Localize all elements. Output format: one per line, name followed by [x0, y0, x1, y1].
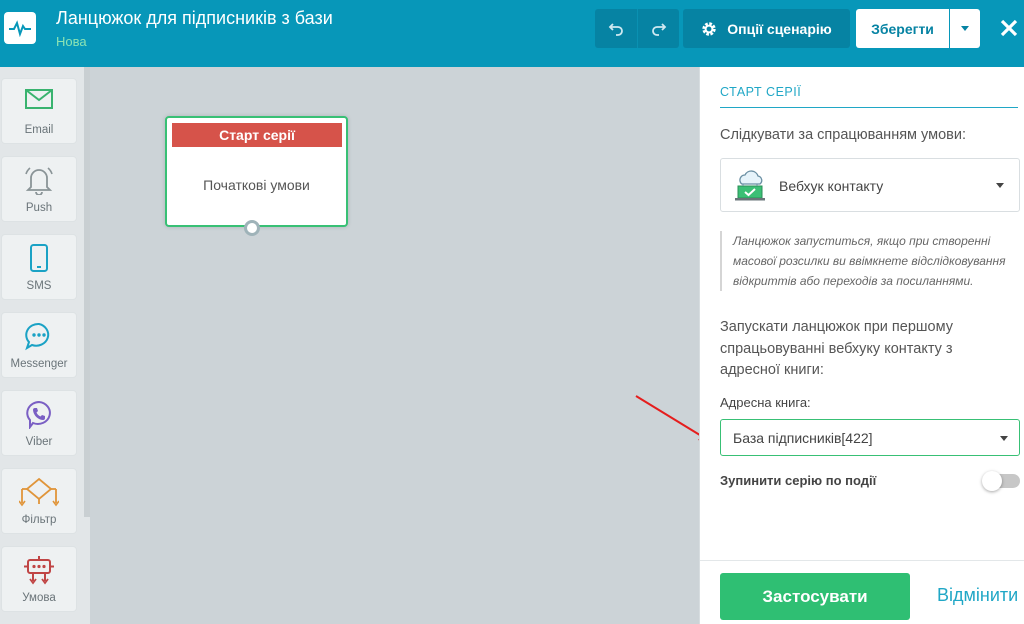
toolbar-item-email[interactable]: Email	[1, 78, 77, 144]
toolbar-item-messenger[interactable]: Messenger	[1, 312, 77, 378]
panel-title: СТАРТ СЕРІЇ	[720, 85, 802, 99]
toolbar-item-push[interactable]: Push	[1, 156, 77, 222]
viber-icon	[26, 400, 51, 429]
condition-robot-icon	[24, 556, 54, 585]
scenario-options-button[interactable]: Опції сценарію	[683, 9, 850, 48]
toolbar-scrollbar[interactable]	[84, 67, 90, 517]
chat-bubble-icon	[25, 322, 50, 351]
toggle-knob	[982, 471, 1002, 491]
undo-icon	[608, 22, 623, 36]
toolbar-item-filter[interactable]: Фільтр	[1, 468, 77, 534]
panel-footer-divider	[700, 560, 1024, 561]
toolbar-item-label: Email	[24, 124, 54, 136]
cancel-button[interactable]: Відмінити	[937, 585, 1018, 606]
top-header: Ланцюжок для підписників з бази Нова Опц…	[0, 0, 1024, 67]
chevron-down-icon	[996, 183, 1004, 188]
toolbar-item-label: Умова	[22, 592, 56, 604]
toolbar-item-label: SMS	[26, 280, 52, 292]
address-book-select-value: База підписників[422]	[733, 430, 873, 446]
toolbar-item-label: Фільтр	[21, 514, 57, 526]
launch-description: Запускати ланцюжок при першому спрацьову…	[720, 319, 953, 378]
node-header: Старт серії	[172, 123, 342, 147]
apply-button[interactable]: Застосувати	[720, 573, 910, 620]
redo-icon	[651, 22, 666, 36]
page-title: Ланцюжок для підписників з бази	[56, 8, 333, 28]
envelope-icon	[25, 89, 53, 109]
scenario-options-label: Опції сценарію	[727, 20, 832, 37]
trigger-select-value: Вебхук контакту	[779, 178, 884, 194]
address-book-label: Адресна книга:	[720, 395, 811, 410]
chevron-down-icon	[1000, 436, 1008, 441]
filter-diamond-icon	[19, 477, 59, 507]
save-button[interactable]: Зберегти	[856, 9, 949, 48]
phone-icon	[30, 244, 48, 272]
start-series-node[interactable]: Старт серії Початкові умови	[165, 116, 348, 227]
status-label: Нова	[56, 34, 87, 49]
close-button[interactable]	[994, 12, 1024, 44]
toolbar-item-label: Viber	[25, 436, 53, 448]
settings-panel: СТАРТ СЕРІЇ Слідкувати за спрацюванням у…	[699, 67, 1024, 624]
toolbar-item-sms[interactable]: SMS	[1, 234, 77, 300]
app-logo[interactable]	[4, 12, 36, 44]
address-book-select[interactable]: База підписників[422]	[720, 419, 1020, 456]
node-output-port[interactable]	[244, 220, 260, 236]
undo-button[interactable]	[595, 9, 637, 48]
info-note: Ланцюжок запуститься, якщо при створенні…	[720, 231, 1018, 291]
bell-icon	[25, 167, 53, 195]
stop-on-event-toggle[interactable]	[982, 471, 1020, 491]
node-body: Початкові умови	[203, 177, 310, 193]
toolbar-item-label: Push	[25, 202, 53, 214]
stop-on-event-label: Зупинити серію по події	[720, 473, 877, 488]
panel-title-divider	[720, 107, 1018, 108]
gear-icon	[702, 21, 716, 36]
close-icon	[1000, 19, 1018, 37]
trigger-select[interactable]: Вебхук контакту	[720, 158, 1020, 212]
save-dropdown-button[interactable]	[950, 9, 980, 48]
element-toolbar: Email Push SMS Messenger Viber Фільтр Ум…	[0, 67, 90, 624]
toolbar-item-label: Messenger	[10, 358, 68, 370]
follow-condition-label: Слідкувати за спрацюванням умови:	[720, 127, 966, 143]
toolbar-item-viber[interactable]: Viber	[1, 390, 77, 456]
pulse-icon	[9, 20, 31, 37]
toolbar-item-condition[interactable]: Умова	[1, 546, 77, 612]
webhook-laptop-icon	[735, 170, 765, 201]
redo-button[interactable]	[637, 9, 679, 48]
chevron-down-icon	[961, 26, 969, 31]
